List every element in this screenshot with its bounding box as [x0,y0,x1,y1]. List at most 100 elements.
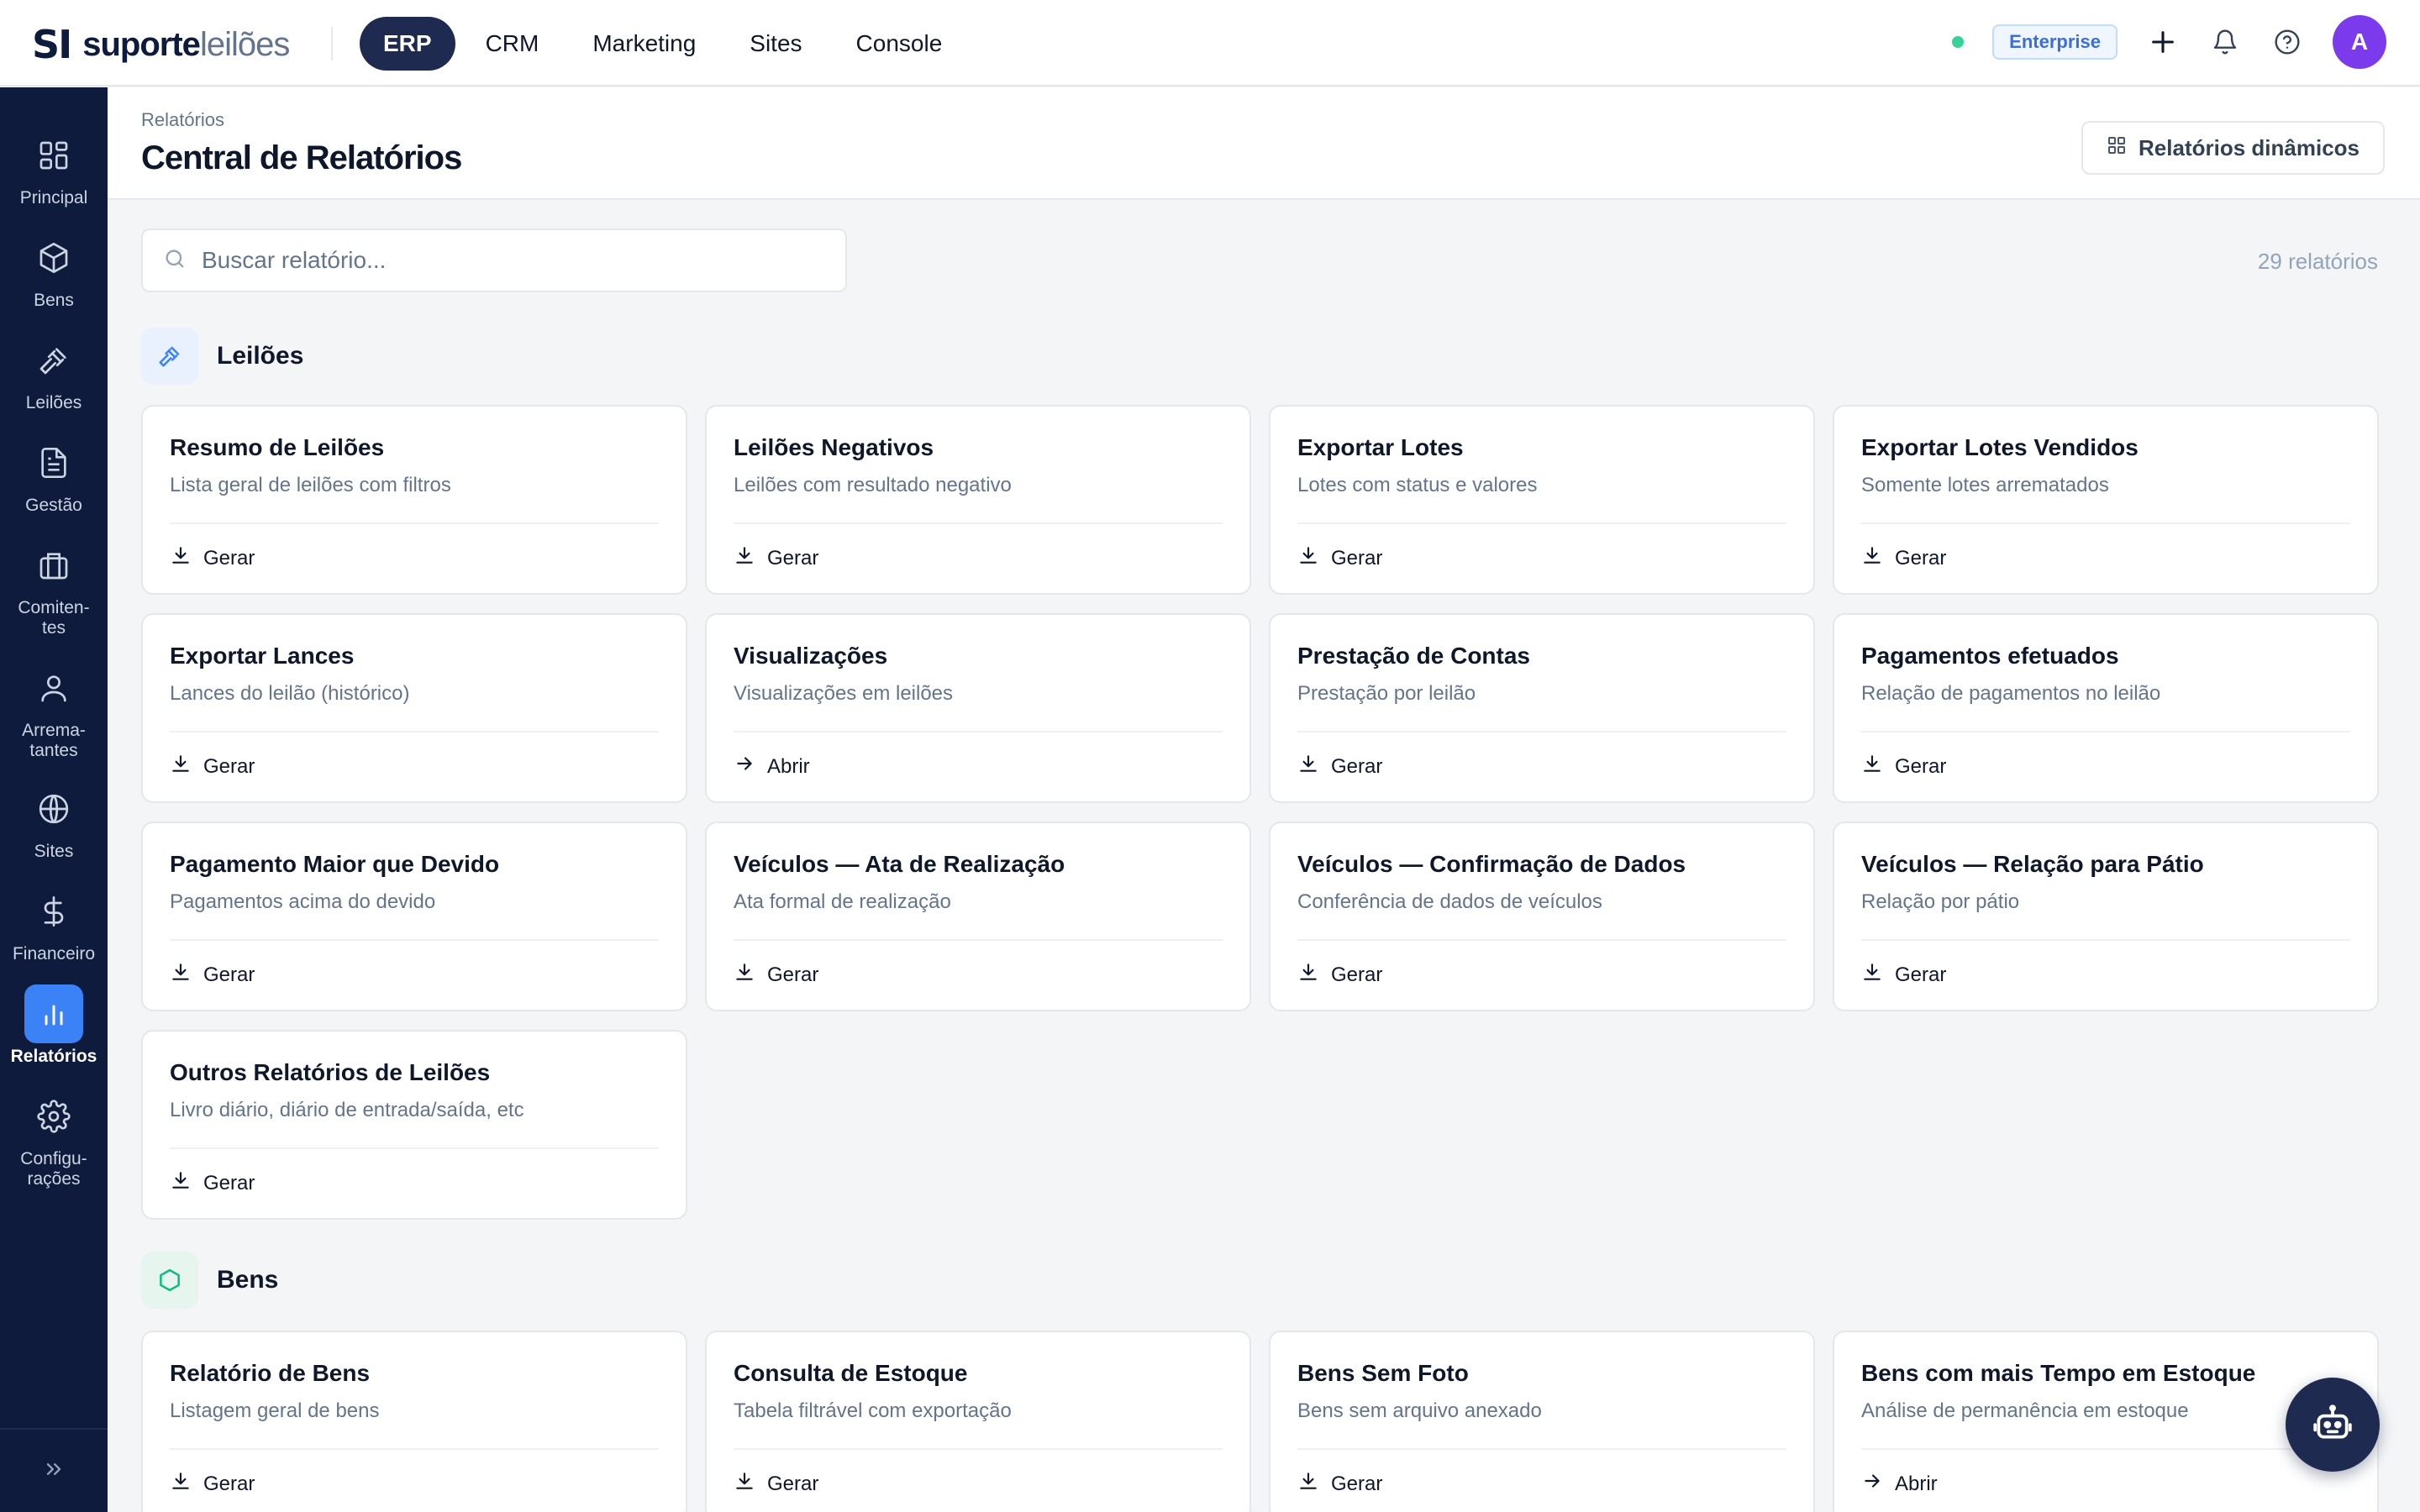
report-title: Bens com mais Tempo em Estoque [1861,1360,2256,1386]
report-title: Resumo de Leilões [170,434,385,460]
generate-report-button[interactable]: Gerar [1297,1470,1382,1498]
report-card-veiculos-ata-de-realizacao[interactable]: Veículos — Ata de Realização Ata formal d… [705,822,1251,1011]
sidebar-item-principal[interactable]: Principal [0,126,108,208]
dynamic-reports-button[interactable]: Relatórios dinâmicos [2081,121,2385,175]
report-card-exportar-lances[interactable]: Exportar Lances Lances do leilão (históri… [141,613,687,803]
generate-report-button[interactable]: Gerar [170,544,255,572]
report-card-visualizacoes[interactable]: Visualizações Visualizações em leilões Abr… [705,613,1251,803]
download-icon [734,1470,755,1498]
generate-report-button[interactable]: Gerar [734,961,818,989]
generate-report-button[interactable]: Gerar [734,1470,818,1498]
report-card-bens-sem-foto[interactable]: Bens Sem Foto Bens sem arquivo anexado Ger… [1269,1331,1815,1512]
breadcrumb[interactable]: Relatórios [141,109,224,131]
action-label: Gerar [1895,546,1947,570]
double-chevron-right-icon [42,1457,66,1485]
generate-report-button[interactable]: Gerar [1297,961,1382,989]
sidebar-item-leiloes[interactable]: Leilões [0,331,108,413]
action-label: Abrir [767,754,810,778]
generate-report-button[interactable]: Gerar [1861,544,1946,572]
generate-report-button[interactable]: Gerar [1297,544,1382,572]
report-card-prestacao-de-contas[interactable]: Prestação de Contas Prestação por leilão G… [1269,613,1815,803]
online-status-dot [1952,36,1965,48]
report-card-exportar-lotes[interactable]: Exportar Lotes Lotes com status e valores… [1269,405,1815,595]
sidebar-item-relatorios[interactable]: Relatórios [0,984,108,1067]
sidebar-item-financeiro[interactable]: Financeiro [0,882,108,964]
action-label: Gerar [1331,754,1383,778]
top-nav-erp[interactable]: ERP [360,17,455,71]
report-description: Relação por pátio [1861,890,2020,913]
sidebar-item-label: Financeiro [12,944,96,963]
report-card-veiculos-confirmacao-de-dados[interactable]: Veículos — Confirmação de Dados Conferênc… [1269,822,1815,1011]
report-description: Lista geral de leilões com filtros [170,474,451,496]
report-card-leiloes-negativos[interactable]: Leilões Negativos Leilões com resultado n… [705,405,1251,595]
search-input[interactable] [202,247,790,274]
bell-icon[interactable] [2208,25,2242,59]
top-nav: ERP CRM Marketing Sites Console [360,17,965,71]
generate-report-button[interactable]: Gerar [170,1470,255,1498]
report-card-relatorio-de-bens[interactable]: Relatório de Bens Listagem geral de bens G… [141,1331,687,1512]
generate-report-button[interactable]: Gerar [734,544,818,572]
report-description: Prestação por leilão [1297,682,1476,705]
sidebar-item-sites[interactable]: Sites [0,780,108,862]
card-divider [170,1448,659,1450]
download-icon [170,544,192,572]
top-nav-sites[interactable]: Sites [726,17,825,71]
brand-name: suporteleilões [82,25,290,63]
sidebar-item-bens[interactable]: Bens [0,228,108,311]
top-nav-crm[interactable]: CRM [462,17,563,71]
report-title: Outros Relatórios de Leilões [170,1059,491,1085]
action-label: Gerar [1895,963,1947,986]
open-report-button[interactable]: Abrir [734,753,810,780]
search-icon [163,247,187,275]
user-avatar[interactable]: A [2333,15,2386,69]
card-divider [734,1448,1223,1450]
action-label: Abrir [1895,1472,1938,1495]
help-icon[interactable] [2270,25,2304,59]
brand-logo[interactable]: SI suporteleilões [32,22,290,67]
report-card-consulta-de-estoque[interactable]: Consulta de Estoque Tabela filtrável com … [705,1331,1251,1512]
report-title: Veículos — Relação para Pátio [1861,851,2204,877]
report-title: Consulta de Estoque [734,1360,968,1386]
assistant-bot-button[interactable] [2286,1378,2380,1472]
generate-report-button[interactable]: Gerar [1861,753,1946,780]
dollar-icon [24,882,83,941]
report-description: Análise de permanência em estoque [1861,1399,2189,1422]
report-description: Bens sem arquivo anexado [1297,1399,1542,1422]
report-card-pagamento-maior-que-devido[interactable]: Pagamento Maior que Devido Pagamentos aci… [141,822,687,1011]
report-card-outros-relatorios-de-leiloes[interactable]: Outros Relatórios de Leilões Livro diário… [141,1030,687,1220]
report-description: Tabela filtrável com exportação [734,1399,1012,1422]
plus-icon[interactable] [2146,25,2180,59]
report-card-exportar-lotes-vendidos[interactable]: Exportar Lotes Vendidos Somente lotes arr… [1833,405,2379,595]
generate-report-button[interactable]: Gerar [1861,961,1946,989]
report-title: Leilões Negativos [734,434,934,460]
sidebar-item-configuracoes[interactable]: Configu- rações [0,1087,108,1189]
sidebar-item-gestao[interactable]: Gestão [0,433,108,516]
box-icon [24,228,83,287]
generate-report-button[interactable]: Gerar [1297,753,1382,780]
page-title: Central de Relatórios [141,139,462,176]
download-icon [1297,1470,1319,1498]
report-description: Ata formal de realização [734,890,951,913]
generate-report-button[interactable]: Gerar [170,1169,255,1197]
report-card-resumo-de-leiloes[interactable]: Resumo de Leilões Lista geral de leilões … [141,405,687,595]
action-label: Gerar [203,1171,255,1194]
action-label: Gerar [767,1472,819,1495]
gavel-icon [24,331,83,390]
card-divider [170,522,659,524]
sidebar-item-arrematantes[interactable]: Arrema- tantes [0,659,108,761]
report-card-veiculos-relacao-para-patio[interactable]: Veículos — Relação para Pátio Relação por… [1833,822,2379,1011]
report-title: Exportar Lotes Vendidos [1861,434,2139,460]
open-report-button[interactable]: Abrir [1861,1470,1938,1498]
sidebar-item-comitentes[interactable]: Comiten- tes [0,536,108,638]
top-nav-marketing[interactable]: Marketing [569,17,719,71]
expand-sidebar-button[interactable] [0,1428,108,1512]
generate-report-button[interactable]: Gerar [170,961,255,989]
top-nav-console[interactable]: Console [833,17,966,71]
report-card-pagamentos-efetuados[interactable]: Pagamentos efetuados Relação de pagamento… [1833,613,2379,803]
report-description: Listagem geral de bens [170,1399,380,1422]
arrow-right-icon [734,753,755,780]
download-icon [1861,544,1883,572]
generate-report-button[interactable]: Gerar [170,753,255,780]
search-box[interactable] [141,228,847,292]
report-description: Lotes com status e valores [1297,474,1538,496]
